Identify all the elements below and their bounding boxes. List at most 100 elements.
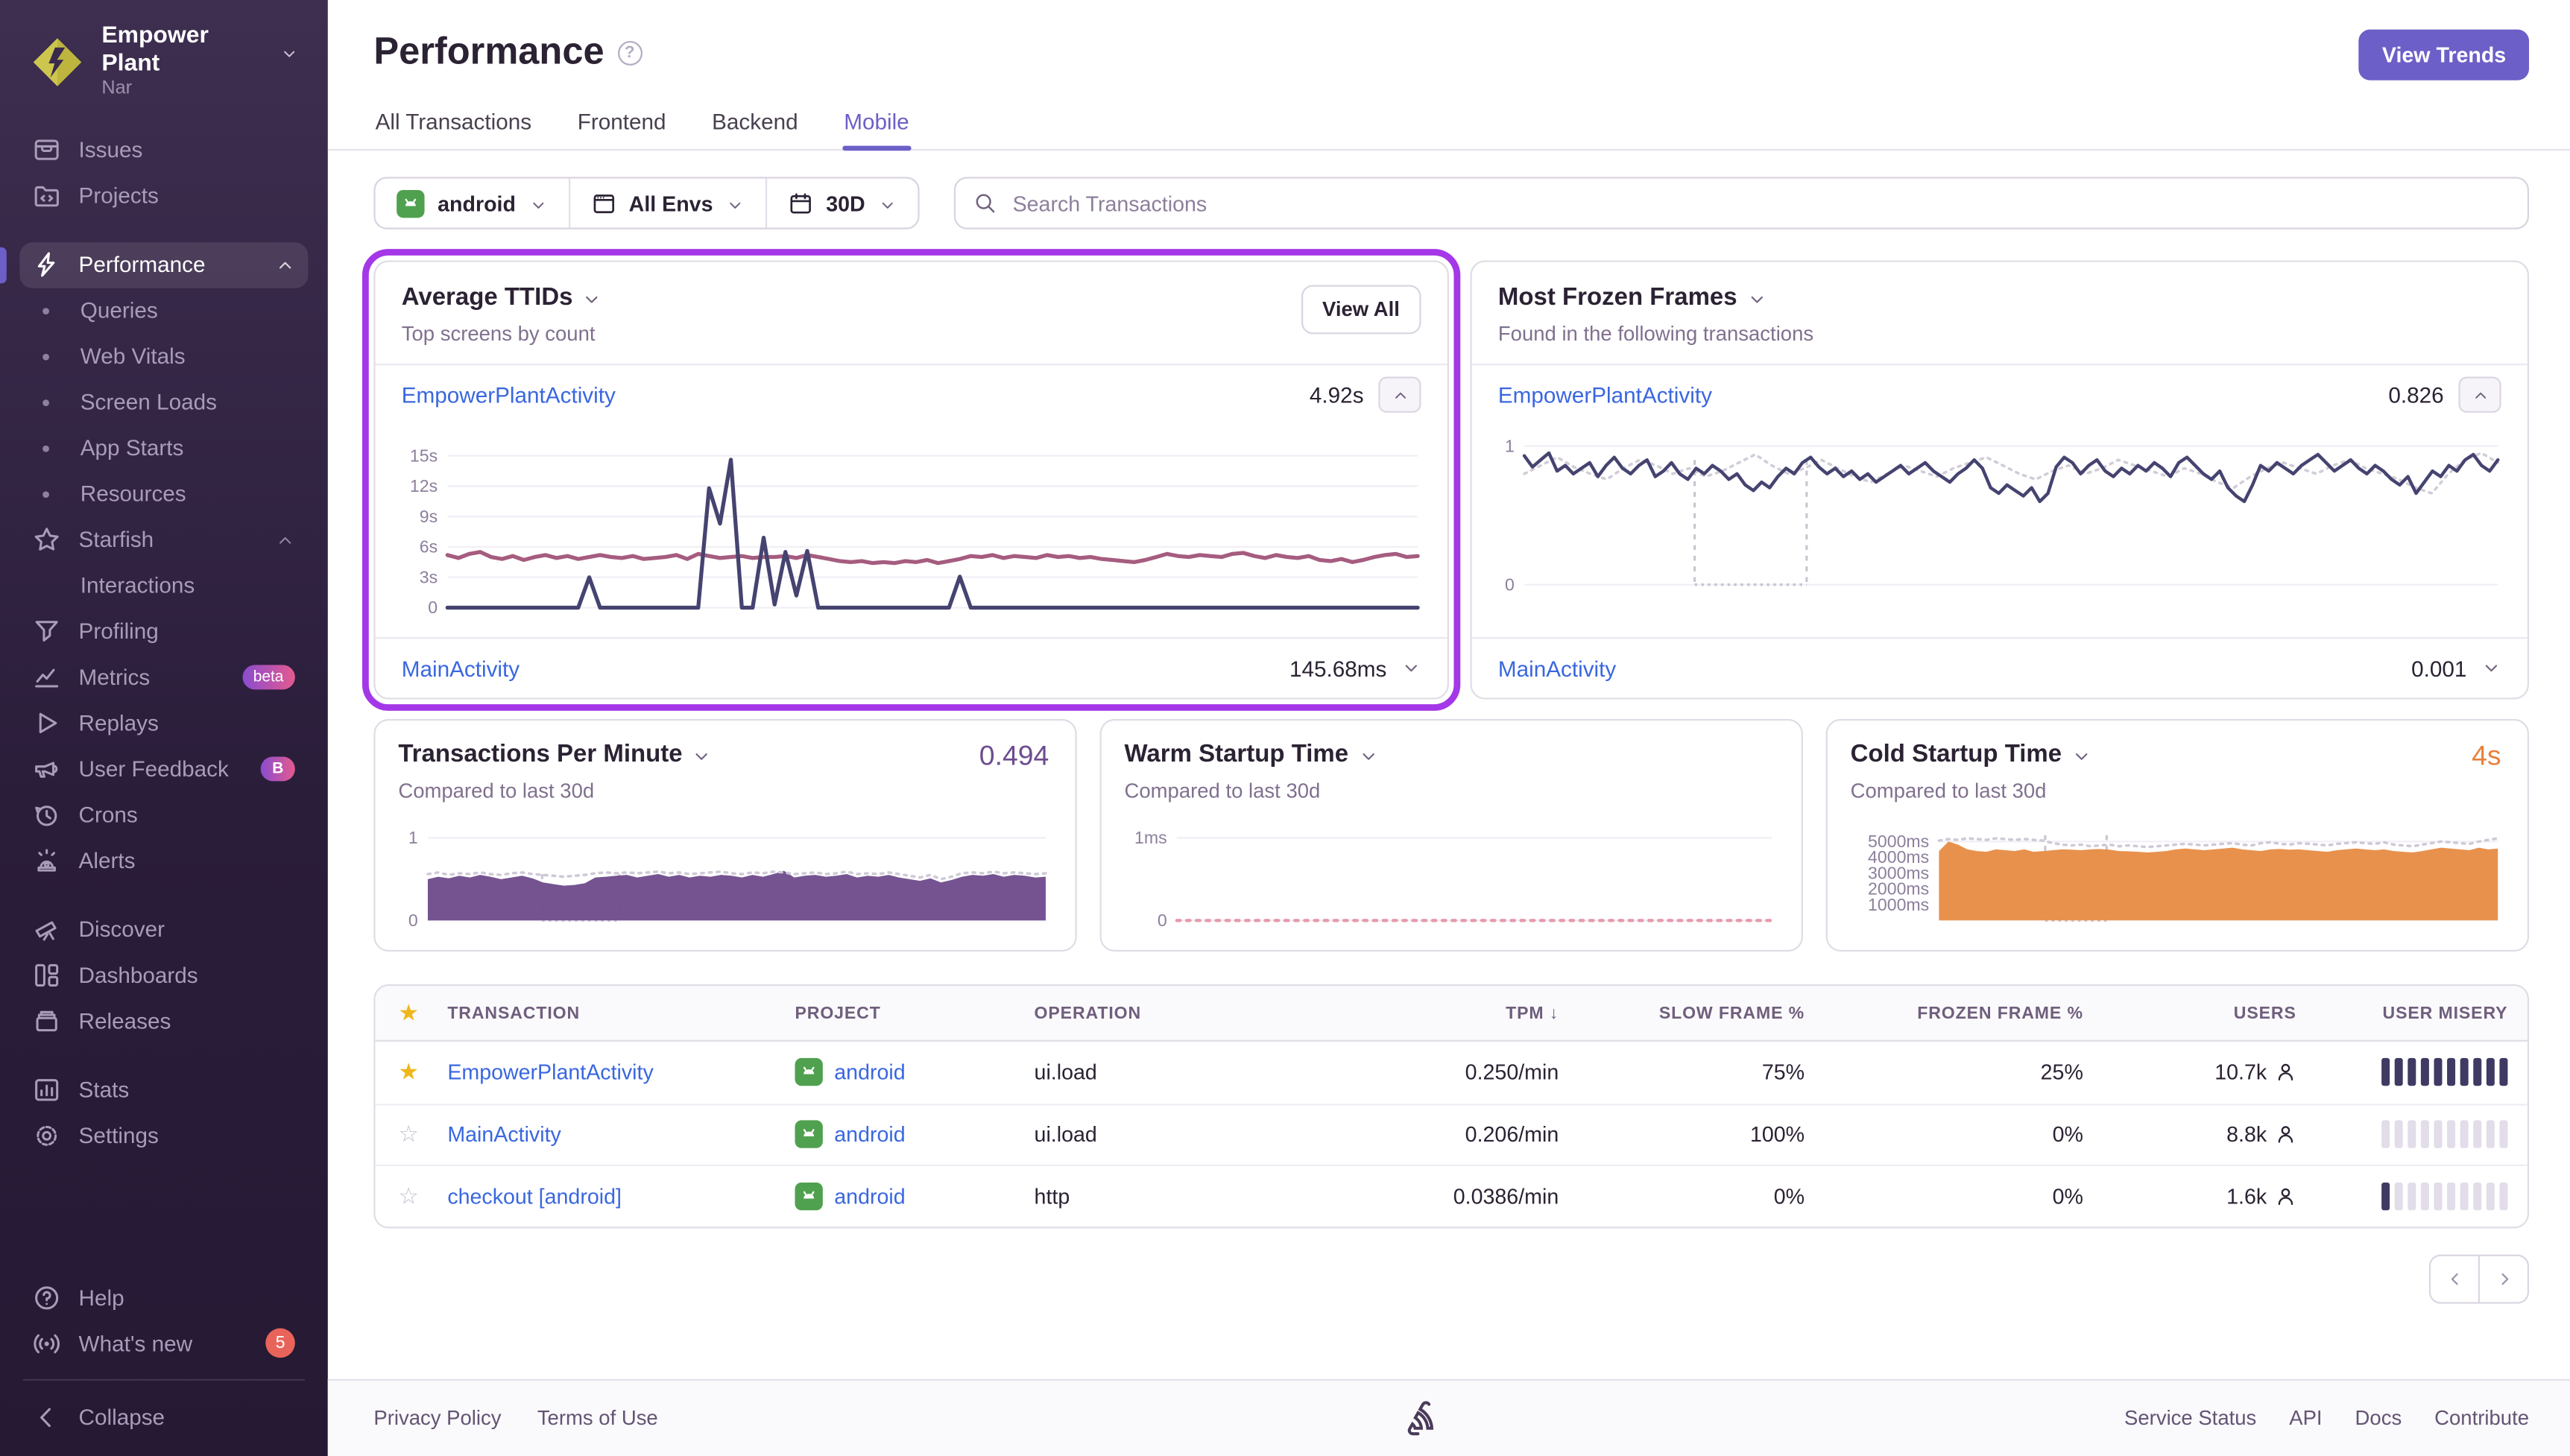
- transaction-link[interactable]: EmpowerPlantActivity: [447, 1060, 795, 1085]
- sidebar-item-app-starts[interactable]: App Starts: [19, 425, 308, 472]
- sidebar-item-screen-loads[interactable]: Screen Loads: [19, 379, 308, 425]
- sidebar-item-replays[interactable]: Replays: [19, 700, 308, 747]
- chevron-down-icon: [587, 295, 599, 303]
- sidebar-item-starfish[interactable]: Starfish: [19, 517, 308, 563]
- column-operation[interactable]: OPERATION: [1035, 1003, 1363, 1022]
- star-toggle[interactable]: ★: [388, 1058, 447, 1086]
- environment-filter[interactable]: All Envs: [568, 178, 765, 228]
- transaction-link[interactable]: EmpowerPlantActivity: [402, 382, 616, 407]
- transaction-value: 0.001: [2411, 656, 2467, 681]
- performance-icon: [37, 252, 55, 277]
- sidebar-item-metrics[interactable]: Metrics beta: [19, 654, 308, 700]
- search-input[interactable]: [1009, 189, 2510, 218]
- column-user-misery[interactable]: USER MISERY: [2296, 1003, 2508, 1022]
- sidebar-item-stats[interactable]: Stats: [19, 1067, 308, 1113]
- table-row: ☆ MainActivity android ui.load 0.206/min 100%…: [375, 1103, 2528, 1165]
- collapse-row-button[interactable]: [2458, 376, 2501, 413]
- project-filter[interactable]: android: [376, 179, 569, 228]
- transactions-table: ★ TRANSACTION PROJECT OPERATION TPM ↓ SLOW FR…: [373, 984, 2530, 1228]
- sidebar-item-whats-new[interactable]: What's new 5: [19, 1320, 308, 1367]
- transaction-link[interactable]: EmpowerPlantActivity: [1498, 382, 1712, 407]
- sidebar-item-help[interactable]: Help: [19, 1274, 308, 1320]
- column-tpm[interactable]: TPM ↓: [1362, 1003, 1559, 1022]
- search-icon: [976, 194, 995, 213]
- tab-mobile[interactable]: Mobile: [842, 100, 911, 151]
- column-slow-frame[interactable]: SLOW FRAME %: [1559, 1003, 1805, 1022]
- widget-title[interactable]: Warm Startup Time: [1125, 740, 1778, 768]
- frozen-frame-cell: 25%: [2040, 1060, 2083, 1085]
- svg-text:1: 1: [1505, 436, 1515, 455]
- sidebar-item-collapse[interactable]: Collapse: [19, 1393, 308, 1440]
- column-frozen-frame[interactable]: FROZEN FRAME %: [1805, 1003, 2083, 1022]
- widget-title[interactable]: Average TTIDs: [402, 283, 1421, 311]
- previous-page-button[interactable]: [2428, 1253, 2481, 1303]
- transaction-link[interactable]: MainActivity: [1498, 656, 1616, 680]
- sidebar-item-alerts[interactable]: Alerts: [19, 838, 308, 884]
- column-users[interactable]: USERS: [2083, 1003, 2296, 1022]
- sidebar-item-performance[interactable]: Performance: [0, 241, 309, 288]
- org-switcher[interactable]: Empower Plant Nar: [19, 19, 308, 117]
- sidebar-item-projects[interactable]: Projects: [19, 173, 308, 219]
- project-cell[interactable]: android: [795, 1182, 1035, 1210]
- view-trends-button[interactable]: View Trends: [2359, 29, 2530, 80]
- chevron-down-icon: [284, 51, 295, 57]
- footer-link-docs[interactable]: Docs: [2355, 1407, 2402, 1430]
- sidebar-item-queries[interactable]: Queries: [19, 288, 308, 334]
- project-cell[interactable]: android: [795, 1120, 1035, 1149]
- tpm-cell: 0.0386/min: [1453, 1183, 1559, 1209]
- svg-text:0: 0: [1505, 575, 1515, 594]
- tab-backend[interactable]: Backend: [710, 100, 800, 149]
- help-icon[interactable]: ?: [617, 40, 642, 66]
- project-cell[interactable]: android: [795, 1058, 1035, 1086]
- footer-link-service-status[interactable]: Service Status: [2124, 1407, 2256, 1430]
- transaction-link[interactable]: MainActivity: [402, 656, 520, 680]
- footer-link-terms-of-use[interactable]: Terms of Use: [537, 1407, 658, 1430]
- view-all-button[interactable]: View All: [1301, 285, 1421, 335]
- sidebar-item-discover[interactable]: Discover: [19, 907, 308, 953]
- sidebar-item-interactions[interactable]: Interactions: [19, 563, 308, 609]
- date-range-filter[interactable]: 30D: [765, 178, 918, 228]
- star-column-icon: ★: [398, 998, 420, 1025]
- sidebar-item-profiling[interactable]: Profiling: [19, 609, 308, 655]
- sidebar-item-issues[interactable]: Issues: [19, 127, 308, 173]
- operation-cell: ui.load: [1034, 1122, 1097, 1148]
- sidebar-item-resources[interactable]: Resources: [19, 471, 308, 517]
- footer-link-contribute[interactable]: Contribute: [2434, 1407, 2529, 1430]
- slow-frame-cell: 0%: [1773, 1183, 1805, 1209]
- sidebar-item-settings[interactable]: Settings: [19, 1113, 308, 1159]
- next-page-button[interactable]: [2478, 1253, 2530, 1303]
- footer-link-api[interactable]: API: [2289, 1407, 2322, 1430]
- person-icon: [2278, 1064, 2293, 1081]
- widget-title[interactable]: Transactions Per Minute: [398, 740, 1052, 768]
- sidebar-item-releases[interactable]: Releases: [19, 998, 308, 1045]
- releases-icon: [36, 1010, 57, 1032]
- chevron-up-icon: [2475, 391, 2486, 398]
- footer-link-privacy-policy[interactable]: Privacy Policy: [373, 1407, 501, 1430]
- chevron-down-icon: [2075, 752, 2088, 759]
- sidebar-item-crons[interactable]: Crons: [19, 792, 308, 838]
- chevron-down-icon: [730, 201, 741, 208]
- expand-row-button[interactable]: [2481, 659, 2501, 678]
- expand-row-button[interactable]: [1401, 659, 1421, 678]
- column-project[interactable]: PROJECT: [795, 1003, 1035, 1022]
- sidebar-item-label: What's new: [78, 1330, 193, 1355]
- footer: Privacy Policy Terms of Use Service Statu…: [327, 1379, 2570, 1456]
- collapse-row-button[interactable]: [1378, 376, 1421, 413]
- tab-frontend[interactable]: Frontend: [575, 100, 667, 149]
- transaction-link[interactable]: MainActivity: [447, 1122, 795, 1147]
- transaction-link[interactable]: checkout [android]: [447, 1184, 795, 1209]
- star-toggle[interactable]: ☆: [388, 1121, 447, 1148]
- org-subtitle: Nar: [101, 79, 133, 99]
- sidebar-item-dashboards[interactable]: Dashboards: [19, 952, 308, 998]
- star-toggle[interactable]: ☆: [388, 1182, 447, 1209]
- widget-title[interactable]: Most Frozen Frames: [1498, 283, 2501, 311]
- column-transaction[interactable]: TRANSACTION: [447, 1003, 795, 1022]
- widget-subtitle: Compared to last 30d: [1124, 779, 1321, 803]
- widget-title[interactable]: Cold Startup Time: [1851, 740, 2504, 768]
- operation-cell: http: [1034, 1183, 1070, 1209]
- tab-all-transactions[interactable]: All Transactions: [373, 100, 533, 149]
- sidebar-item-web-vitals[interactable]: Web Vitals: [19, 333, 308, 379]
- org-name: Empower Plant: [101, 22, 209, 77]
- sidebar-item-user-feedback[interactable]: User Feedback B: [19, 746, 308, 792]
- chevron-up-icon: [275, 255, 294, 274]
